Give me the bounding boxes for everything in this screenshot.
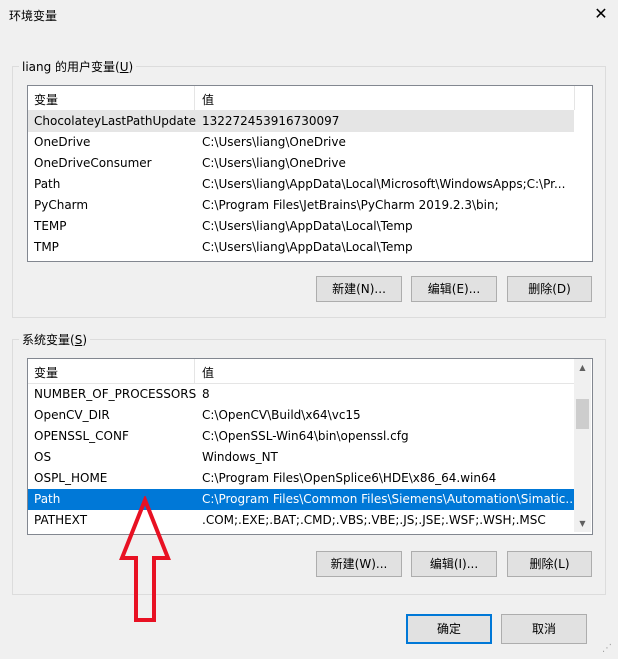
var-name: Path bbox=[34, 492, 61, 506]
var-name: OSPL_HOME bbox=[34, 471, 108, 485]
var-value: C:\Users\liang\OneDrive bbox=[202, 156, 346, 170]
sys-edit-button[interactable]: 编辑(I)... bbox=[411, 551, 497, 577]
sys-delete-button[interactable]: 删除(L) bbox=[507, 551, 592, 577]
var-value: C:\Users\liang\AppData\Local\Microsoft\W… bbox=[202, 177, 566, 191]
user-vars-header: 变量 值 bbox=[28, 86, 575, 111]
table-row[interactable]: OPENSSL_CONF C:\OpenSSL-Win64\bin\openssl… bbox=[28, 426, 574, 447]
table-row[interactable]: OneDriveConsumer C:\Users\liang\OneDrive bbox=[28, 153, 574, 174]
col-header-value[interactable]: 值 bbox=[202, 364, 214, 381]
var-value: C:\Users\liang\AppData\Local\Temp bbox=[202, 219, 413, 233]
column-separator[interactable] bbox=[574, 86, 575, 110]
var-value: C:\OpenSSL-Win64\bin\openssl.cfg bbox=[202, 429, 409, 443]
var-name: NUMBER_OF_PROCESSORS bbox=[34, 387, 197, 401]
ok-button[interactable]: 确定 bbox=[406, 614, 492, 644]
scroll-up-icon[interactable]: ▲ bbox=[574, 359, 591, 376]
var-name: OneDriveConsumer bbox=[34, 156, 152, 170]
user-vars-label-prefix: liang 的用户变量( bbox=[22, 60, 120, 74]
col-header-variable[interactable]: 变量 bbox=[34, 91, 58, 108]
var-value: C:\Users\liang\OneDrive bbox=[202, 135, 346, 149]
var-name: ChocolateyLastPathUpdate bbox=[34, 114, 196, 128]
table-row[interactable]: OpenCV_DIR C:\OpenCV\Build\x64\vc15 bbox=[28, 405, 574, 426]
col-header-value[interactable]: 值 bbox=[202, 91, 214, 108]
var-value: C:\Program Files\Common Files\Siemens\Au… bbox=[202, 492, 577, 506]
scroll-down-icon[interactable]: ▼ bbox=[574, 515, 591, 532]
table-row[interactable]: Path C:\Users\liang\AppData\Local\Microso… bbox=[28, 174, 574, 195]
table-row[interactable]: NUMBER_OF_PROCESSORS 8 bbox=[28, 384, 574, 405]
column-separator[interactable] bbox=[194, 359, 195, 383]
sys-vars-list[interactable]: 变量 值 NUMBER_OF_PROCESSORS 8 OpenCV_DIR C:\… bbox=[27, 358, 593, 535]
table-row[interactable]: OneDrive C:\Users\liang\OneDrive bbox=[28, 132, 574, 153]
var-name: OpenCV_DIR bbox=[34, 408, 110, 422]
close-icon[interactable]: ✕ bbox=[591, 4, 611, 24]
var-value: 132272453916730097 bbox=[202, 114, 340, 128]
window-title: 环境变量 bbox=[9, 9, 58, 23]
var-value: C:\Program Files\OpenSplice6\HDE\x86_64.… bbox=[202, 471, 497, 485]
var-name: TMP bbox=[34, 240, 59, 254]
sys-vars-header: 变量 值 bbox=[28, 359, 574, 384]
sys-vars-label-suffix: ) bbox=[82, 333, 87, 347]
var-name: OPENSSL_CONF bbox=[34, 429, 129, 443]
table-row[interactable]: PATHEXT .COM;.EXE;.BAT;.CMD;.VBS;.VBE;.JS… bbox=[28, 510, 574, 531]
table-row-selected[interactable]: Path C:\Program Files\Common Files\Siemen… bbox=[28, 489, 577, 510]
table-row[interactable]: OSPL_HOME C:\Program Files\OpenSplice6\HD… bbox=[28, 468, 574, 489]
user-vars-list[interactable]: 变量 值 ChocolateyLastPathUpdate 13227245391… bbox=[27, 85, 593, 262]
scrollbar-thumb[interactable] bbox=[576, 399, 589, 429]
var-value: .COM;.EXE;.BAT;.CMD;.VBS;.VBE;.JS;.JSE;.… bbox=[202, 513, 546, 527]
table-row[interactable]: ChocolateyLastPathUpdate 1322724539167300… bbox=[28, 111, 574, 132]
user-vars-label-suffix: ) bbox=[128, 60, 134, 74]
user-edit-button[interactable]: 编辑(E)... bbox=[411, 276, 497, 302]
var-value: C:\OpenCV\Build\x64\vc15 bbox=[202, 408, 361, 422]
resize-grip-icon[interactable]: ⋰ bbox=[602, 643, 616, 657]
var-value: 8 bbox=[202, 387, 210, 401]
vertical-scrollbar[interactable]: ▲ ▼ bbox=[574, 359, 591, 532]
var-value: C:\Program Files\JetBrains\PyCharm 2019.… bbox=[202, 198, 499, 212]
var-name: OS bbox=[34, 450, 52, 464]
var-name: Path bbox=[34, 177, 61, 191]
table-row[interactable]: TMP C:\Users\liang\AppData\Local\Temp bbox=[28, 237, 574, 258]
column-separator[interactable] bbox=[194, 86, 195, 110]
table-row[interactable]: OS Windows_NT bbox=[28, 447, 574, 468]
var-name: TEMP bbox=[34, 219, 67, 233]
table-row[interactable]: PyCharm C:\Program Files\JetBrains\PyChar… bbox=[28, 195, 574, 216]
var-value: C:\Users\liang\AppData\Local\Temp bbox=[202, 240, 413, 254]
sys-new-button[interactable]: 新建(W)... bbox=[316, 551, 402, 577]
red-up-arrow-annotation bbox=[119, 496, 171, 622]
user-vars-label-key: U bbox=[119, 60, 129, 74]
var-name: PyCharm bbox=[34, 198, 89, 212]
var-value: Windows_NT bbox=[202, 450, 278, 464]
table-row[interactable]: TEMP C:\Users\liang\AppData\Local\Temp bbox=[28, 216, 574, 237]
user-delete-button[interactable]: 删除(D) bbox=[507, 276, 592, 302]
var-name: PATHEXT bbox=[34, 513, 88, 527]
sys-vars-label: 系统变量(S) bbox=[19, 331, 90, 348]
sys-vars-label-prefix: 系统变量( bbox=[22, 333, 75, 347]
var-name: OneDrive bbox=[34, 135, 91, 149]
user-vars-label: liang 的用户变量(U) bbox=[19, 58, 137, 75]
col-header-variable[interactable]: 变量 bbox=[34, 364, 58, 381]
cancel-button[interactable]: 取消 bbox=[501, 614, 587, 644]
user-new-button[interactable]: 新建(N)... bbox=[316, 276, 402, 302]
